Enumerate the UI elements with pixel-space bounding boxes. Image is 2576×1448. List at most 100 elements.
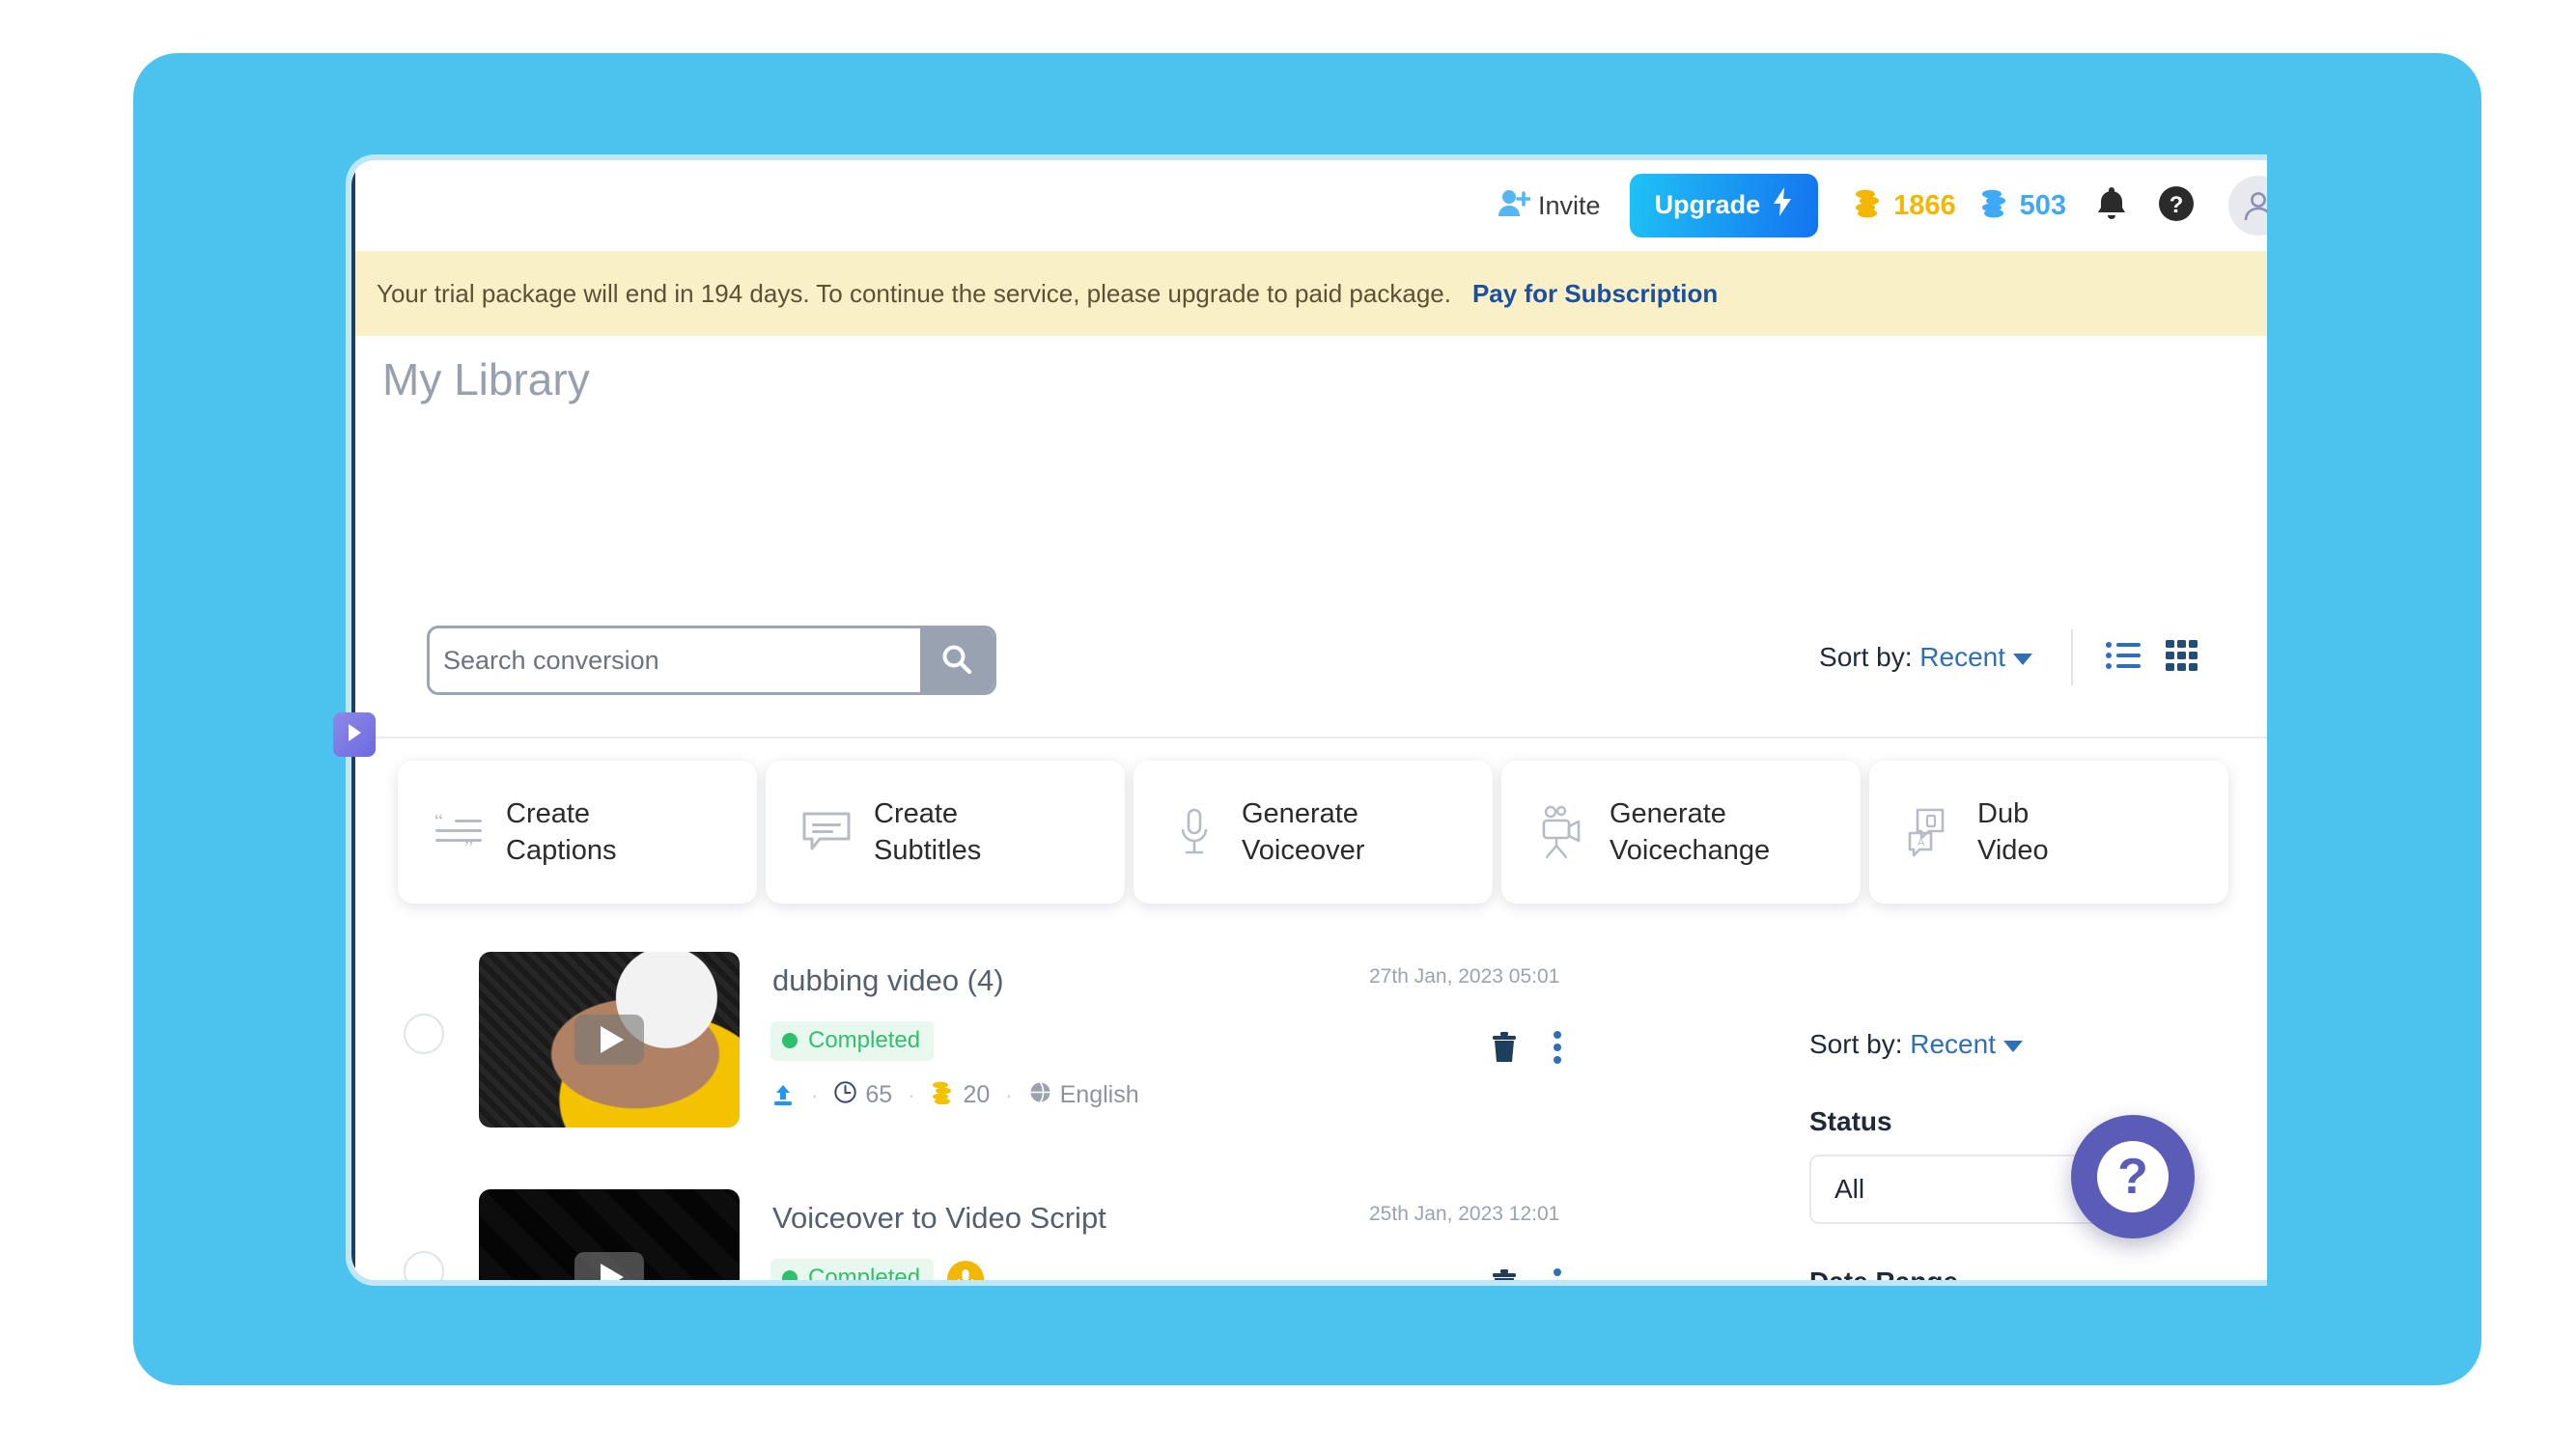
microphone-icon [1166, 807, 1222, 857]
search-input[interactable] [430, 628, 920, 692]
help-circle-icon[interactable]: ? [2157, 184, 2196, 228]
gold-coin-stack-icon [1851, 185, 1884, 226]
chevron-down-icon [2013, 653, 2032, 665]
speech-bubble-icon [798, 810, 854, 854]
status-badge: Completed [770, 1259, 935, 1280]
card-label-line1: Generate [1610, 797, 1726, 829]
status-label: Completed [808, 1027, 921, 1053]
status-badge: Completed [770, 1021, 935, 1061]
action-card-generate-voiceover[interactable]: Generate Voiceover [1134, 761, 1493, 904]
card-label-line2: Video [1977, 835, 2049, 866]
quote-lines-icon: “ ” [431, 811, 487, 853]
sort-by-value: Recent [1919, 642, 2005, 672]
user-plus-icon [1498, 188, 1531, 224]
lightning-bolt-icon [1772, 187, 1793, 223]
app-window-inner: Invite Upgrade 1866 503 ? Your trial pac… [351, 160, 2267, 1280]
more-vertical-icon[interactable] [1552, 1031, 1563, 1069]
dub-translate-icon: A [1902, 807, 1958, 857]
trash-icon[interactable] [1490, 1268, 1519, 1280]
list-toolbar: Sort by: Recent [1819, 629, 2224, 685]
filter-sort-dropdown[interactable]: Sort by: Recent [1809, 1029, 2196, 1060]
upgrade-button[interactable]: Upgrade [1629, 174, 1819, 237]
card-label-line1: Generate [1242, 797, 1358, 829]
sort-by-prefix: Sort by: [1819, 642, 1913, 672]
duration-meta: 65 [833, 1080, 892, 1111]
card-label-line1: Create [506, 797, 591, 829]
action-card-label: Dub Video [1977, 795, 2049, 870]
status-dot-icon [782, 1033, 798, 1048]
page-title: My Library [382, 354, 590, 404]
item-date: 25th Jan, 2023 12:01 [1369, 1203, 1560, 1225]
item-title[interactable]: Voiceover to Video Script [772, 1201, 1106, 1236]
more-vertical-icon[interactable] [1552, 1268, 1563, 1280]
language-value: English [1059, 1081, 1139, 1108]
trial-message: Your trial package will end in 194 days.… [377, 278, 1451, 308]
toolbar-divider [2071, 629, 2073, 685]
item-meta-line: · 65 · 20 · English [770, 1079, 1139, 1111]
row-select-checkbox[interactable] [404, 1251, 444, 1280]
sort-by-dropdown[interactable]: Sort by: Recent [1819, 642, 2032, 673]
card-label-line2: Subtitles [874, 835, 982, 866]
filter-sort-prefix: Sort by: [1809, 1029, 1903, 1059]
grid-view-icon[interactable] [2166, 639, 2198, 676]
trial-banner: Your trial package will end in 194 days.… [355, 251, 2267, 336]
help-fab-button[interactable]: ? [2071, 1115, 2195, 1239]
date-filter-label: Date Range [1809, 1267, 2196, 1280]
item-title[interactable]: dubbing video (4) [772, 963, 1004, 998]
blue-coin-stack-icon [1977, 185, 2010, 226]
card-label-line2: Voiceover [1242, 835, 1365, 866]
video-thumbnail[interactable] [479, 1189, 740, 1280]
credits-value: 20 [963, 1081, 991, 1108]
top-bar: Invite Upgrade 1866 503 ? [355, 160, 2267, 251]
sidebar-expand-toggle[interactable] [333, 712, 376, 757]
search-row [427, 626, 996, 695]
upload-icon[interactable] [770, 1083, 796, 1108]
clock-icon [833, 1080, 857, 1111]
blue-credit-counter[interactable]: 503 [1977, 185, 2095, 226]
invite-button[interactable]: Invite [1498, 188, 1601, 224]
toolbar-underline [355, 737, 2267, 738]
search-box [427, 626, 996, 695]
item-status-line: Completed [770, 1021, 935, 1061]
blue-credit-value: 503 [2019, 189, 2066, 221]
question-mark-icon: ? [2097, 1141, 2169, 1212]
gold-credit-counter[interactable]: 1866 [1851, 185, 1977, 226]
list-view-icon[interactable] [2106, 641, 2141, 675]
video-thumbnail[interactable] [479, 952, 740, 1128]
gold-credit-value: 1866 [1893, 189, 1956, 221]
meta-separator: · [1005, 1082, 1013, 1107]
movie-camera-icon [1534, 805, 1590, 859]
coin-stack-icon [930, 1079, 955, 1111]
item-actions [1490, 1268, 1563, 1280]
card-label-line1: Dub [1977, 797, 2030, 829]
chevron-down-icon [2002, 1040, 2023, 1052]
screenshot-stage: Invite Upgrade 1866 503 ? Your trial pac… [0, 0, 2576, 1448]
action-card-create-subtitles[interactable]: Create Subtitles [766, 761, 1125, 904]
action-card-dub-video[interactable]: A Dub Video [1869, 761, 2228, 904]
action-card-label: Generate Voiceover [1242, 795, 1364, 870]
trash-icon[interactable] [1490, 1031, 1519, 1069]
meta-separator: · [908, 1082, 915, 1107]
action-card-generate-voicechange[interactable]: Generate Voicechange [1501, 761, 1861, 904]
svg-text:A: A [1918, 837, 1925, 849]
card-label-line2: Captions [506, 835, 617, 866]
app-window: Invite Upgrade 1866 503 ? Your trial pac… [346, 154, 2267, 1286]
pay-for-subscription-link[interactable]: Pay for Subscription [1472, 279, 1718, 309]
item-status-line: Completed [770, 1259, 985, 1280]
row-select-checkbox[interactable] [404, 1014, 444, 1054]
status-dot-icon [782, 1270, 798, 1280]
action-card-create-captions[interactable]: “ ” Create Captions [398, 761, 757, 904]
search-submit-button[interactable] [920, 628, 994, 692]
microphone-badge-icon [947, 1260, 985, 1280]
upgrade-label: Upgrade [1654, 190, 1761, 219]
credits-meta: 20 [930, 1079, 990, 1111]
action-card-label: Create Captions [506, 795, 616, 870]
filter-sort-value: Recent [1910, 1029, 1996, 1059]
svg-text:?: ? [2170, 192, 2184, 218]
duration-value: 65 [865, 1081, 893, 1108]
svg-text:”: ” [464, 837, 473, 853]
action-card-label: Generate Voicechange [1610, 795, 1770, 870]
notification-bell-icon[interactable] [2095, 185, 2128, 227]
user-avatar-icon[interactable] [2228, 176, 2267, 236]
status-label: Completed [808, 1265, 921, 1280]
